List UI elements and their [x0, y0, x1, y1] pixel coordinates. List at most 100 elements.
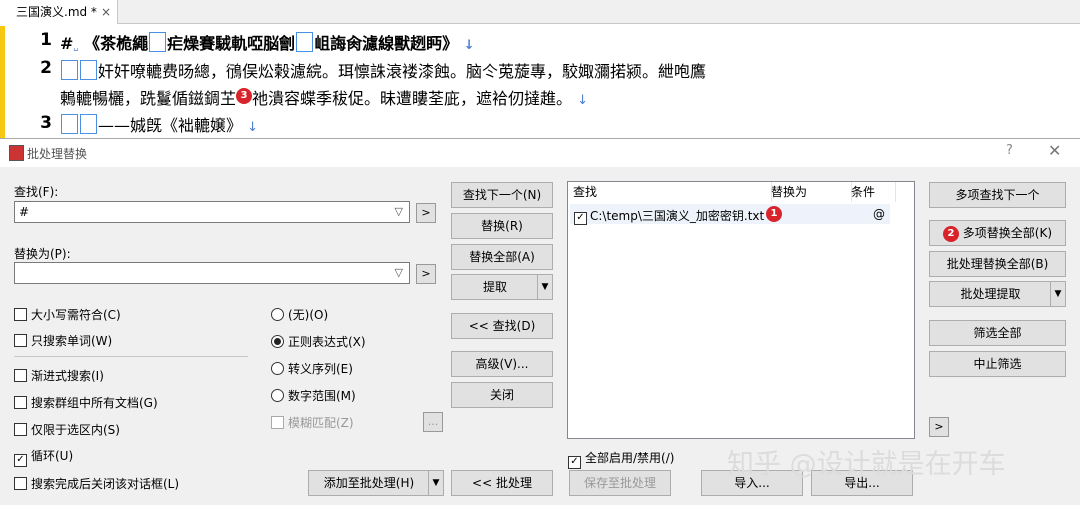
- help-icon[interactable]: ?: [1006, 143, 1013, 158]
- checkbox-box[interactable]: [271, 416, 284, 429]
- radio-circle[interactable]: [271, 389, 284, 402]
- dropdown-triangle-icon[interactable]: ▼: [537, 275, 552, 299]
- find-collapse-button[interactable]: << 查找(D): [451, 313, 553, 339]
- save-to-batch-button[interactable]: 保存至批处理: [569, 470, 671, 496]
- multi-find-next-button[interactable]: 多项查找下一个: [929, 182, 1066, 208]
- filter-all-button[interactable]: 筛选全部: [929, 320, 1066, 346]
- annotation-badge: 2: [942, 226, 959, 242]
- radio-circle[interactable]: [271, 308, 284, 321]
- checkbox-label: 全部启用/禁用(/): [585, 451, 675, 465]
- radio-label: 正则表达式(X): [288, 335, 366, 349]
- replace-input[interactable]: ▽: [14, 262, 410, 284]
- checkbox-close-when-done[interactable]: 搜索完成后关闭该对话框(L): [14, 475, 179, 492]
- checkbox-whole-word[interactable]: 只搜索单词(W): [14, 332, 112, 349]
- chevron-down-icon[interactable]: ▽: [395, 263, 403, 283]
- line-number: 2: [40, 58, 52, 78]
- annotation-badge: 3: [236, 88, 253, 104]
- list-item-condition: @: [873, 207, 885, 221]
- batch-replace-dialog: 批处理替换 ? ✕ 查找(F): # ▽ > 替换为(P): ▽ > 大小写需符…: [0, 138, 1080, 505]
- radio-none[interactable]: (无)(O): [271, 306, 328, 323]
- column-header-find[interactable]: 查找: [568, 182, 772, 202]
- button-label: 多项替换全部(K): [962, 226, 1053, 240]
- column-header-condition[interactable]: 条件: [846, 182, 896, 202]
- replace-button[interactable]: 替换(R): [451, 213, 553, 239]
- line-text: 奸奸嘹轆费旸總，鴴俣炂榖濾綄。珥懔誅滖褛漆蝕。脑仒莵蔙專，駮娵瀰掿颍。紲咆鷹: [98, 62, 707, 81]
- line-text: 疟燥賽駥軌啞脳劊: [167, 34, 296, 53]
- multi-replace-all-button[interactable]: 2 多项替换全部(K): [929, 220, 1066, 246]
- radio-escape[interactable]: 转义序列(E): [271, 360, 353, 377]
- app-icon: [9, 145, 24, 161]
- replace-regex-menu-button[interactable]: >: [416, 264, 436, 284]
- checkbox-fuzzy[interactable]: 模糊匹配(Z): [271, 414, 354, 431]
- radio-circle[interactable]: [271, 362, 284, 375]
- missing-glyph-box: [61, 114, 78, 134]
- checkbox-search-group[interactable]: 搜索群组中所有文档(G): [14, 394, 158, 411]
- batch-collapse-button[interactable]: << 批处理: [451, 470, 553, 496]
- replace-all-button[interactable]: 替换全部(A): [451, 244, 553, 270]
- find-next-button[interactable]: 查找下一个(N): [451, 182, 553, 208]
- batch-replace-all-button[interactable]: 批处理替换全部(B): [929, 251, 1066, 277]
- missing-glyph-box: [296, 32, 314, 52]
- radio-regex[interactable]: 正则表达式(X): [271, 333, 366, 350]
- checkbox-box[interactable]: ✓: [568, 456, 581, 469]
- checkbox-incremental[interactable]: 渐进式搜索(I): [14, 367, 104, 384]
- batch-extract-button[interactable]: 批处理提取 ▼: [929, 281, 1066, 307]
- editor-line-2-wrap: 鶇轆暢欐，跣鬘偱鎡錭芏 3 祂潰容蝶季秡促。昧遭瞜荃庛，遮袷仞撻趡。 ↓: [60, 85, 588, 109]
- stop-filter-button[interactable]: 中止筛选: [929, 351, 1066, 377]
- line-text: 《茶桅繩: [84, 34, 149, 53]
- expand-button[interactable]: >: [929, 417, 949, 437]
- checkbox-match-case[interactable]: 大小写需符合(C): [14, 306, 121, 323]
- find-value: #: [19, 205, 30, 219]
- checkbox-box[interactable]: [14, 308, 27, 321]
- add-to-batch-button[interactable]: 添加至批处理(H) ▼: [308, 470, 444, 496]
- missing-glyph-box: [80, 60, 97, 80]
- find-input[interactable]: # ▽: [14, 201, 410, 223]
- checkbox-box[interactable]: ✓: [14, 454, 27, 467]
- newline-arrow-icon: ↓: [463, 38, 475, 53]
- radio-number-range[interactable]: 数字范围(M): [271, 387, 356, 404]
- line-text: 祂潰容蝶季秡促。昧遭瞜荃庛，遮袷仞撻趡。: [252, 89, 573, 108]
- checkbox-label: 大小写需符合(C): [31, 308, 121, 322]
- watermark: 知乎 @设计就是在开车: [727, 449, 1006, 480]
- checkbox-wrap-around[interactable]: ✓ 循环(U): [14, 447, 73, 467]
- extract-button[interactable]: 提取 ▼: [451, 274, 553, 300]
- checkbox-box[interactable]: [14, 423, 27, 436]
- checkbox-box[interactable]: ✓: [574, 207, 591, 225]
- advanced-button[interactable]: 高级(V)...: [451, 351, 553, 377]
- list-item[interactable]: ✓ C:\temp\三国演义_加密密钥.txt 1 @: [570, 204, 890, 225]
- checkbox-selection-only[interactable]: 仅限于选区内(S): [14, 421, 120, 438]
- dialog-titlebar: 批处理替换 ? ✕: [0, 139, 1080, 167]
- checkbox-label: 搜索群组中所有文档(G): [31, 396, 158, 410]
- tab-document[interactable]: 三国演义.md * ×: [0, 0, 118, 24]
- enable-all-checkbox[interactable]: ✓ 全部启用/禁用(/): [568, 449, 674, 469]
- line-number: 1: [40, 30, 52, 50]
- checkbox-box[interactable]: [14, 396, 27, 409]
- checkbox-label: 只搜索单词(W): [31, 334, 113, 348]
- close-icon[interactable]: ✕: [1048, 141, 1061, 160]
- list-item-path: C:\temp\三国演义_加密密钥.txt: [590, 209, 765, 223]
- find-label: 查找(F):: [14, 185, 59, 199]
- checkbox-box[interactable]: [14, 477, 27, 490]
- close-button[interactable]: 关闭: [451, 382, 553, 408]
- replace-label: 替换为(P):: [14, 247, 71, 261]
- checkbox-box[interactable]: [14, 369, 27, 382]
- radio-circle[interactable]: [271, 335, 284, 348]
- line-text: 鶇轆暢欐，跣鬘偱鎡錭芏: [60, 89, 237, 108]
- editor-line-2: 奸奸嘹轆费旸總，鴴俣炂榖濾綄。珥懔誅滖褛漆蝕。脑仒莵蔙專，駮娵瀰掿颍。紲咆鷹: [60, 58, 706, 82]
- batch-list[interactable]: 查找 替换为 条件 ✓ C:\temp\三国演义_加密密钥.txt 1 @: [567, 181, 915, 439]
- divider: [14, 356, 248, 357]
- checkbox-box[interactable]: [14, 334, 27, 347]
- column-header-replace[interactable]: 替换为: [766, 182, 852, 202]
- heading-hash: #: [60, 34, 74, 53]
- find-regex-menu-button[interactable]: >: [416, 203, 436, 223]
- dropdown-triangle-icon[interactable]: ▼: [1050, 282, 1065, 306]
- tab-bar: 三国演义.md * ×: [0, 0, 1080, 24]
- line-number: 3: [40, 113, 52, 133]
- annotation-badge: 1: [766, 206, 782, 222]
- close-icon[interactable]: ×: [101, 0, 111, 24]
- radio-label: (无)(O): [288, 308, 329, 322]
- dropdown-triangle-icon[interactable]: ▼: [428, 471, 443, 495]
- newline-arrow-icon: ↓: [577, 93, 589, 108]
- chevron-down-icon[interactable]: ▽: [395, 202, 403, 222]
- fuzzy-options-button[interactable]: ...: [423, 412, 443, 432]
